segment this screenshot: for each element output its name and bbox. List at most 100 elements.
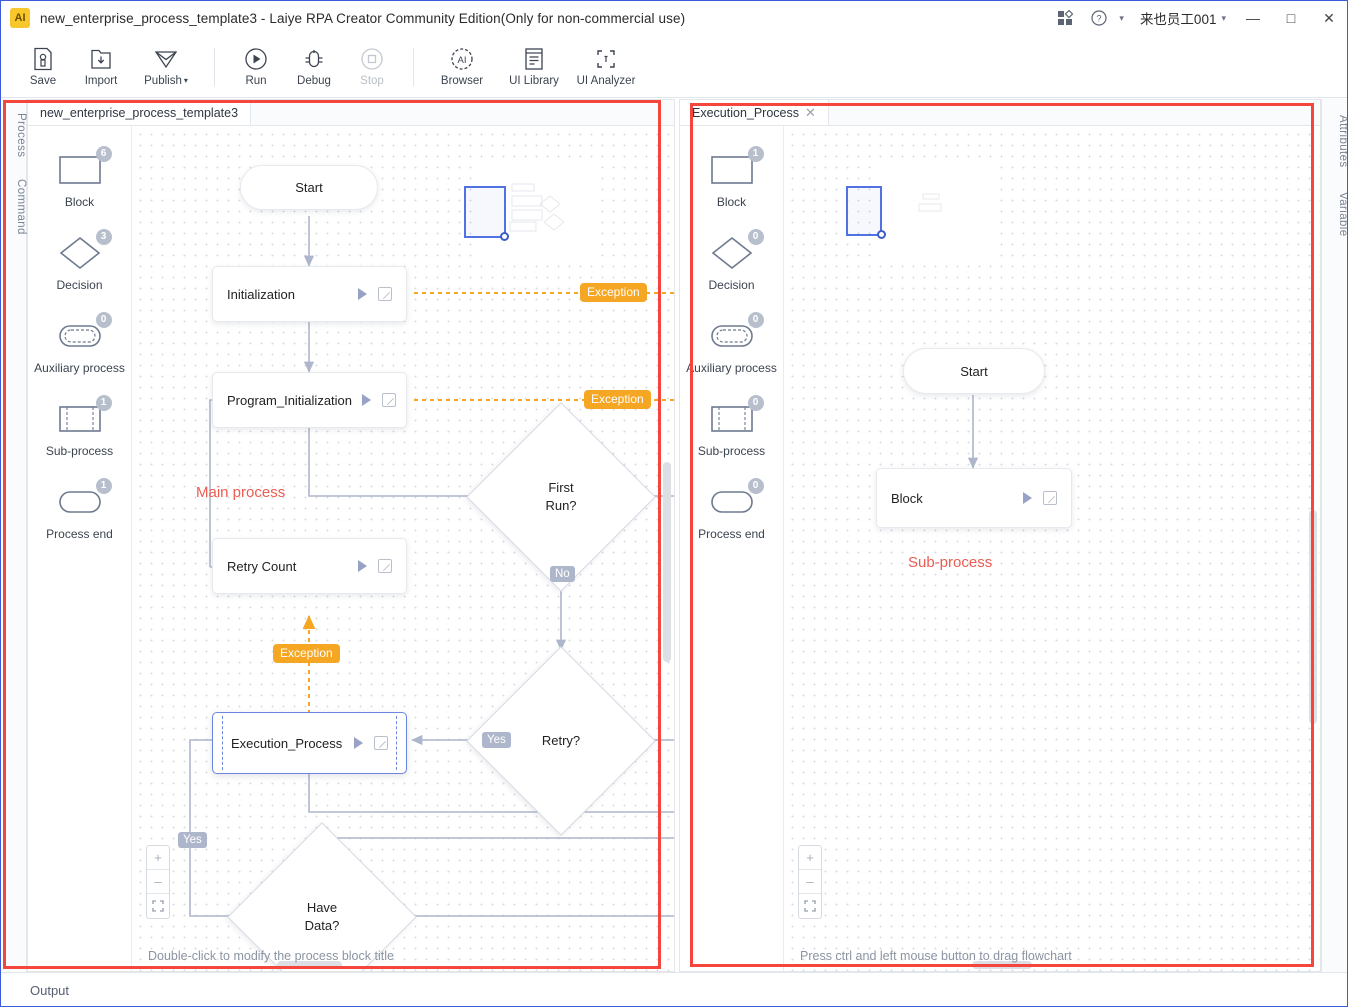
sub-minimap[interactable] [846, 158, 999, 260]
palette-badge: 0 [747, 395, 764, 411]
rail-tab-process[interactable]: Process [0, 105, 27, 165]
minimap-resize-handle[interactable] [877, 230, 886, 239]
rail-tab-variable[interactable]: Variable [1322, 184, 1348, 245]
tab-close-icon[interactable]: ✕ [805, 106, 816, 119]
zoom-fit-button[interactable] [147, 894, 169, 918]
zoom-out-button[interactable]: – [147, 870, 169, 894]
main-flowchart-canvas[interactable]: Start Initialization Program_Initializat… [132, 126, 674, 971]
run-node-icon[interactable] [1023, 492, 1032, 504]
edit-node-icon[interactable] [378, 559, 392, 573]
run-button[interactable]: Run [227, 38, 285, 96]
user-name-label[interactable]: 来也员工001 [1132, 8, 1219, 28]
palette-item-label: Sub-process [45, 444, 114, 458]
import-icon [90, 47, 112, 71]
import-label: Import [84, 74, 118, 87]
debug-button[interactable]: Debug [285, 38, 343, 96]
application-window: AI new_enterprise_process_template3 - La… [0, 0, 1348, 1007]
edit-node-icon[interactable] [382, 393, 397, 407]
palette-item-decision[interactable]: 3 Decision [28, 229, 131, 292]
node-retry-count[interactable]: Retry Count [212, 538, 407, 594]
tab-new-enterprise-process-template3[interactable]: new_enterprise_process_template3 [28, 100, 252, 125]
ui-library-button[interactable]: UI Library [498, 38, 570, 96]
user-chevron-down-icon[interactable]: ▾ [1221, 13, 1226, 24]
ui-library-label: UI Library [509, 74, 559, 87]
save-button[interactable]: Save [14, 38, 72, 96]
palette-item-decision[interactable]: 0 Decision [680, 229, 783, 292]
save-label: Save [29, 74, 57, 87]
publish-button[interactable]: Publish ▾ [130, 38, 202, 96]
exception-label-initialization: Exception [580, 283, 647, 302]
stop-button[interactable]: Stop [343, 38, 401, 96]
zoom-in-button[interactable]: + [147, 846, 169, 870]
main-pane-tabbar: new_enterprise_process_template3 [28, 100, 674, 126]
palette-item-process-end[interactable]: 1 Process end [28, 478, 131, 541]
palette-item-process-end[interactable]: 0 Process end [680, 478, 783, 541]
publish-label: Publish ▾ [144, 74, 188, 87]
output-bar[interactable]: Output [0, 972, 1348, 1007]
node-program-initialization[interactable]: Program_Initialization [212, 372, 407, 428]
block-shape-icon: 6 [49, 146, 112, 192]
browser-button[interactable]: AI Browser [426, 38, 498, 96]
palette-item-label: Decision [56, 278, 103, 292]
node-block[interactable]: Block [876, 468, 1072, 528]
run-node-icon[interactable] [358, 288, 367, 300]
palette-badge: 0 [747, 312, 764, 328]
node-actions [358, 559, 392, 573]
close-button[interactable]: ✕ [1310, 0, 1348, 36]
ui-library-icon [523, 47, 545, 71]
rail-tab-attributes[interactable]: Attributes [1322, 107, 1348, 176]
node-label: Start [960, 363, 988, 379]
run-node-icon[interactable] [362, 394, 372, 406]
edit-node-icon[interactable] [1043, 491, 1057, 505]
right-rail: Attributes Variable [1321, 99, 1348, 972]
svg-text:?: ? [1097, 14, 1102, 24]
palette-item-block[interactable]: 1 Block [680, 146, 783, 209]
sub-flowchart-canvas[interactable]: Start Block Sub-process + – Press ctrl a… [784, 126, 1320, 971]
palette-item-sub-process[interactable]: 1 Sub-process [28, 395, 131, 458]
sub-process-shape-icon: 1 [49, 395, 112, 441]
left-rail: Process Command [0, 99, 27, 972]
minimap-resize-handle[interactable] [500, 232, 509, 241]
title-bar: AI new_enterprise_process_template3 - La… [0, 0, 1348, 36]
apps-grid-icon[interactable] [1048, 0, 1082, 36]
exception-label-program-initialization: Exception [584, 390, 651, 409]
zoom-out-button[interactable]: – [799, 870, 821, 894]
palette-item-auxiliary-process[interactable]: 0 Auxiliary process [680, 312, 783, 375]
palette-item-block[interactable]: 6 Block [28, 146, 131, 209]
edit-node-icon[interactable] [378, 287, 392, 301]
run-node-icon[interactable] [354, 737, 363, 749]
node-first-run[interactable]: First Run? [466, 402, 656, 592]
main-canvas-vertical-scrollbar[interactable] [663, 462, 671, 662]
main-minimap[interactable] [464, 158, 600, 260]
block-shape-icon: 1 [701, 146, 764, 192]
sub-pane-body: 1 Block 0 Decision 0 Auxiliary process 0… [680, 126, 1320, 971]
help-chevron-down-icon[interactable]: ▾ [1119, 13, 1124, 24]
minimap-viewport[interactable] [464, 186, 506, 238]
node-retry[interactable]: Retry? [466, 646, 656, 836]
palette-item-sub-process[interactable]: 0 Sub-process [680, 395, 783, 458]
palette-item-auxiliary-process[interactable]: 0 Auxiliary process [28, 312, 131, 375]
node-start[interactable]: Start [240, 165, 378, 210]
zoom-in-button[interactable]: + [799, 846, 821, 870]
publish-dropdown-icon: ▾ [183, 75, 188, 85]
tab-execution-process[interactable]: Execution_Process ✕ [680, 100, 829, 125]
edge-label-yes-havedata: Yes [178, 832, 207, 848]
rail-tab-command[interactable]: Command [0, 171, 27, 243]
zoom-fit-button[interactable] [799, 894, 821, 918]
ui-analyzer-button[interactable]: UI Analyzer [570, 38, 642, 96]
import-button[interactable]: Import [72, 38, 130, 96]
minimize-button[interactable]: — [1234, 0, 1272, 36]
node-initialization[interactable]: Initialization [212, 266, 407, 322]
minimap-viewport[interactable] [846, 186, 882, 236]
node-label: Retry Count [227, 558, 297, 574]
maximize-button[interactable]: □ [1272, 0, 1310, 36]
sub-canvas-vertical-scrollbar[interactable] [1309, 510, 1317, 724]
palette-item-label: Block [64, 195, 95, 209]
main-process-pane: new_enterprise_process_template3 6 Block [27, 99, 675, 972]
edit-node-icon[interactable] [374, 736, 388, 750]
browser-ai-icon: AI [450, 47, 474, 71]
help-icon[interactable]: ? [1082, 0, 1116, 36]
node-start[interactable]: Start [903, 348, 1045, 394]
node-execution-process[interactable]: Execution_Process [212, 712, 407, 774]
run-node-icon[interactable] [358, 560, 367, 572]
